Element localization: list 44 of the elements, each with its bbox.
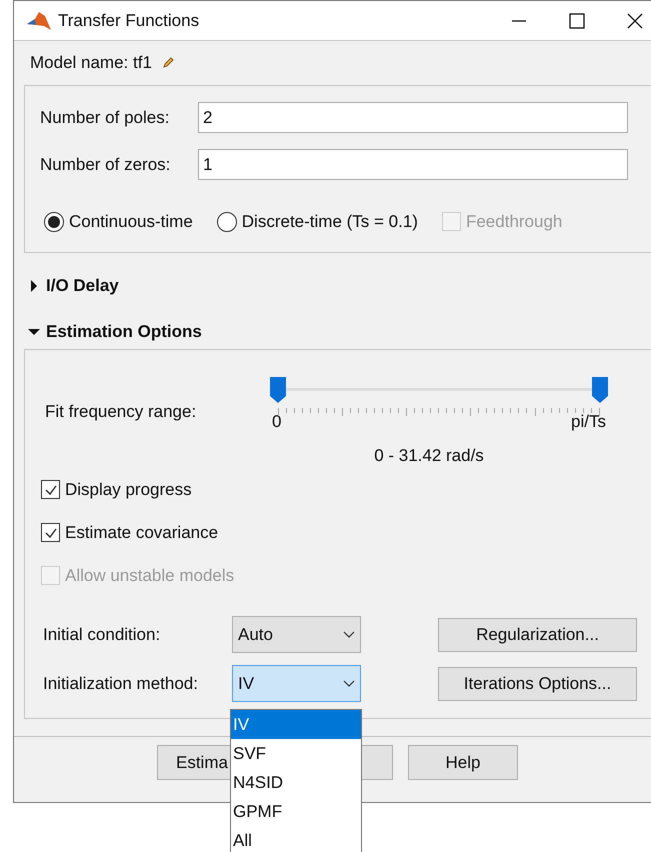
input-field[interactable]: 1 <box>198 149 628 180</box>
dropdown-option[interactable]: GPMF <box>231 797 361 826</box>
slider-thumb[interactable] <box>269 376 287 404</box>
caret-down-icon[interactable] <box>28 326 40 338</box>
dropdown-option[interactable]: N4SID <box>231 768 361 797</box>
chevron-down-icon <box>343 630 355 638</box>
option-label: Continuous-time <box>69 211 193 233</box>
maximize-icon[interactable] <box>568 12 586 30</box>
dropdown-option[interactable]: IV <box>231 710 361 739</box>
dropdown-field[interactable]: Auto <box>232 616 361 653</box>
caret-right-icon[interactable] <box>28 280 40 292</box>
range-min-label: 0 <box>272 411 282 433</box>
combo-label: Initialization method: <box>42 672 199 695</box>
action-button[interactable]: Iterations Options... <box>438 666 637 700</box>
dropdown-option[interactable]: SVF <box>231 739 361 768</box>
combo-label: Initial condition: <box>42 624 162 646</box>
action-button[interactable]: Regularization... <box>438 618 637 652</box>
footer-button[interactable]: Help <box>408 745 518 780</box>
checkbox-label: Display progress <box>65 478 192 501</box>
frequency-label: Fit frequency range: <box>44 401 198 423</box>
checkbox-label: Allow unstable models <box>65 564 234 587</box>
section-header[interactable]: Estimation Options <box>46 319 202 345</box>
checkbox-label: Estimate covariance <box>65 522 218 544</box>
dropdown-field[interactable]: IV <box>232 665 361 702</box>
range-reading: 0 - 31.42 rad/s <box>373 444 485 466</box>
dropdown-option[interactable]: All <box>231 826 361 852</box>
radio-button[interactable] <box>44 212 64 232</box>
field-label: Number of zeros: <box>40 154 172 176</box>
checkbox[interactable] <box>41 523 60 542</box>
checkbox[interactable] <box>41 480 60 499</box>
section-header[interactable]: I/O Delay <box>46 273 119 299</box>
range-max-label: pi/Ts <box>571 411 606 433</box>
field-label: Number of poles: <box>40 106 170 129</box>
chevron-down-icon <box>343 680 355 688</box>
window-title: Transfer Functions <box>58 10 200 32</box>
app-logo-icon <box>26 10 52 32</box>
option-label: Discrete-time (Ts = 0.1) <box>242 211 418 233</box>
radio-button[interactable] <box>216 212 237 232</box>
model-name-label: Model name: tf1 <box>30 52 152 74</box>
slider-thumb[interactable] <box>591 376 609 404</box>
close-icon[interactable] <box>626 12 644 30</box>
option-label: Feedthrough <box>466 211 562 233</box>
input-field[interactable]: 2 <box>198 102 628 133</box>
pencil-icon[interactable] <box>162 57 174 69</box>
